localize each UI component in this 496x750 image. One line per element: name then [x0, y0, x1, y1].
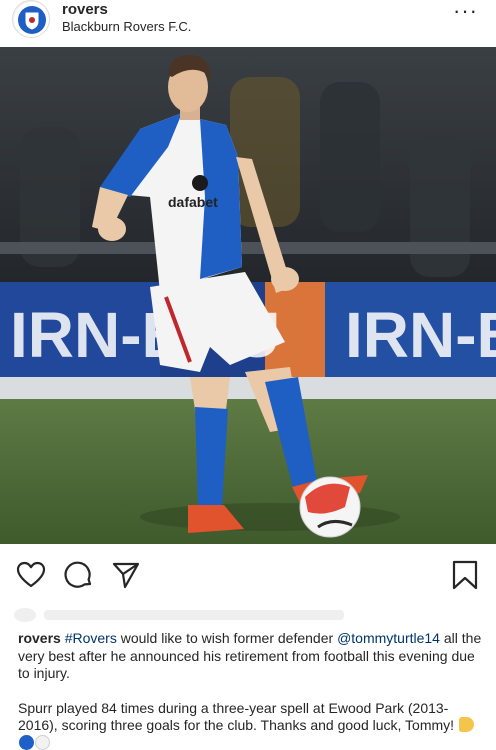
football — [299, 476, 361, 538]
action-bar — [0, 544, 496, 604]
post-photo[interactable]: IRN-BRU IRN-BRU dafabet — [0, 47, 496, 544]
caption-paragraph-2-text: Spurr played 84 times during a three-yea… — [18, 699, 458, 734]
caption-paragraph-2: Spurr played 84 times during a three-yea… — [18, 700, 486, 750]
caption-paragraph-1: rovers #Rovers would like to wish former… — [18, 630, 486, 683]
more-options-icon[interactable]: ··· — [453, 0, 478, 22]
post-caption: rovers #Rovers would like to wish former… — [18, 630, 486, 750]
white-circle-icon — [35, 734, 50, 750]
shirt-sponsor: dafabet — [168, 194, 218, 210]
comment-icon[interactable] — [64, 560, 94, 590]
hashtag-link[interactable]: #Rovers — [65, 630, 117, 646]
blue-circle-icon — [19, 734, 34, 750]
club-crest-avatar[interactable] — [12, 0, 50, 38]
caption-text-1: would like to wish former defender — [116, 630, 338, 646]
mention-link[interactable]: @tommyturtle14 — [337, 630, 440, 646]
board-text-right: IRN-BRU — [345, 299, 496, 371]
likes-row-faded — [14, 604, 484, 626]
thumbs-up-icon — [458, 717, 474, 732]
heart-icon[interactable] — [16, 560, 46, 590]
bookmark-icon[interactable] — [450, 560, 480, 590]
caption-username[interactable]: rovers — [18, 630, 61, 646]
account-name[interactable]: Blackburn Rovers F.C. — [62, 19, 191, 34]
post-username[interactable]: rovers — [62, 1, 108, 18]
post-header: rovers Blackburn Rovers F.C. ··· — [0, 0, 496, 47]
paper-plane-icon[interactable] — [111, 560, 141, 590]
